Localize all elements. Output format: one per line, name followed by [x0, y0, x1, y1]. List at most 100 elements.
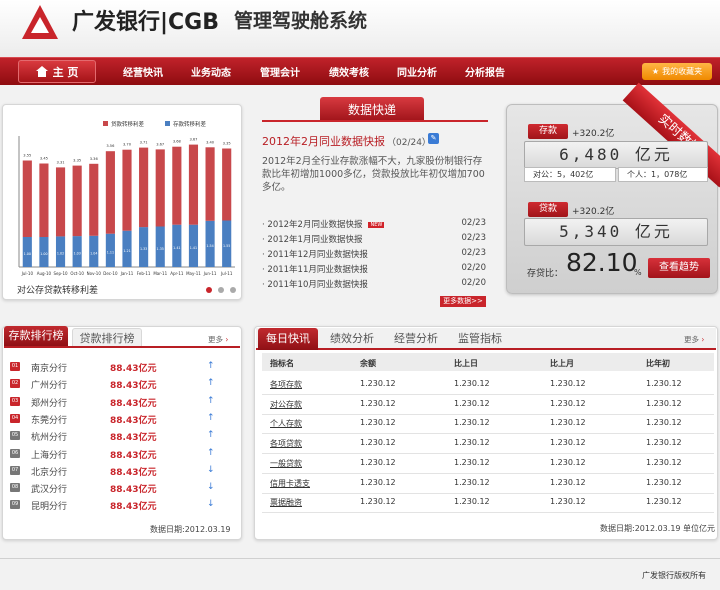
indicator-link[interactable]: 票据融资 [270, 497, 302, 508]
deposit-data-label: 1.55 [223, 244, 230, 248]
total-data-label: 3.31 [57, 160, 65, 164]
news-headline[interactable]: 2012年2月同业数据快报 [262, 133, 385, 149]
daily-more-link[interactable]: 更多 › [684, 334, 704, 345]
ranking-row[interactable]: 03 郑州分行 88.43亿元 ↑ [10, 396, 230, 411]
branch-name: 昆明分行 [31, 502, 68, 513]
row-divider [262, 512, 714, 514]
table-cell: 1.230.12 [646, 497, 682, 507]
x-tick-label: Jan-11 [120, 271, 134, 276]
x-tick-label: Sep-10 [53, 271, 68, 276]
news-item-title: 2011年11月同业数据快报 [267, 265, 368, 275]
x-tick-label: Aug-10 [37, 271, 52, 276]
deposit-data-label: 1.33 [140, 247, 147, 251]
chart-panel: 贷款转移利差 存款转移利差 3.55 1.00 Jul-10 3.45 1.00 Aug-10… [2, 104, 242, 300]
tab-operation-analysis[interactable]: 经营分析 [386, 328, 446, 350]
indicator-link[interactable]: 对公存款 [270, 399, 302, 410]
nav-item-business-news[interactable]: 经营快讯 [123, 64, 163, 79]
loan-bar [122, 149, 132, 231]
loan-deposit-ratio-label: 存贷比： [527, 269, 564, 279]
tab-loan-ranking[interactable]: 贷款排行榜 [72, 328, 142, 348]
ranking-row[interactable]: 07 北京分行 88.43亿元 ↓ [10, 465, 230, 480]
total-data-label: 3.67 [156, 142, 164, 146]
table-cell: 1.230.12 [360, 497, 396, 507]
loan-total: 5,340 亿元 [524, 218, 708, 246]
indicator-link[interactable]: 各项贷款 [270, 438, 302, 449]
document-icon[interactable]: ✎ [428, 133, 439, 144]
indicator-link[interactable]: 各项存款 [270, 379, 302, 390]
rank-badge-icon: 05 [10, 431, 20, 441]
chart-caption: 对公存贷款转移利差 [17, 286, 99, 296]
table-cell: 1.230.12 [454, 398, 490, 408]
table-cell: 1.230.12 [550, 497, 586, 507]
table-cell: 1.230.12 [646, 398, 682, 408]
ranking-row[interactable]: 06 上海分行 88.43亿元 ↑ [10, 448, 230, 463]
loan-delta: +320.2亿 [572, 207, 615, 217]
carousel-dot-3[interactable] [230, 287, 236, 293]
chevron-right-icon: › [225, 335, 229, 344]
ranking-row[interactable]: 08 武汉分行 88.43亿元 ↓ [10, 482, 230, 497]
total-data-label: 3.68 [173, 140, 182, 144]
ranking-row[interactable]: 05 杭州分行 88.43亿元 ↑ [10, 430, 230, 445]
deposit-tag: 存款 [528, 124, 568, 139]
arrow-down-icon: ↓ [207, 499, 215, 510]
table-cell: 1.230.12 [360, 457, 396, 467]
favorites-button[interactable]: ★ 我的收藏夹 [642, 63, 712, 80]
loan-bar [55, 167, 66, 237]
ranking-row[interactable]: 04 东莞分行 88.43亿元 ↑ [10, 413, 230, 428]
nav-item-business-trends[interactable]: 业务动态 [191, 64, 231, 79]
news-list-item[interactable]: · 2012年1月同业数据快报 02/23 [262, 233, 486, 245]
news-item-date: 02/23 [461, 248, 487, 258]
news-list-item[interactable]: · 2011年10月同业数据快报 02/20 [262, 278, 486, 290]
news-tab[interactable]: 数据快递 [320, 97, 424, 121]
column-header: 指标名 [270, 359, 294, 368]
indicator-link[interactable]: 一般贷款 [270, 458, 302, 469]
row-divider [262, 472, 714, 474]
home-button[interactable]: 主 页 [18, 60, 96, 83]
indicator-link[interactable]: 信用卡透支 [270, 478, 310, 489]
indicator-link[interactable]: 个人存款 [270, 418, 302, 429]
branch-value: 88.43亿元 [110, 502, 157, 513]
tab-regulatory-indicators[interactable]: 监管指标 [450, 328, 510, 350]
ranking-row[interactable]: 09 昆明分行 88.43亿元 ↓ [10, 499, 230, 514]
carousel-dot-2[interactable] [218, 287, 224, 293]
ranking-row[interactable]: 02 广州分行 88.43亿元 ↑ [10, 378, 230, 393]
row-divider [262, 453, 714, 455]
loan-bar [22, 160, 32, 237]
nav-item-peer-analysis[interactable]: 同业分析 [397, 64, 437, 79]
rank-badge-icon: 09 [10, 500, 20, 510]
arrow-up-icon: ↑ [207, 430, 215, 441]
tab-daily-news[interactable]: 每日快讯 [258, 328, 318, 350]
view-trend-button[interactable]: 查看趋势 [648, 258, 710, 278]
loan-bar [222, 148, 232, 221]
nav-item-performance[interactable]: 绩效考核 [329, 64, 369, 79]
branch-value: 88.43亿元 [110, 450, 157, 461]
news-list-item[interactable]: · 2011年12月同业数据快报 02/23 [262, 248, 486, 260]
news-divider [262, 120, 488, 122]
carousel-dot-1[interactable] [206, 287, 212, 293]
news-list-item[interactable]: · 2011年11月同业数据快报 02/20 [262, 263, 486, 275]
rank-badge-icon: 01 [10, 362, 20, 371]
table-cell: 1.230.12 [550, 379, 586, 388]
nav-item-analysis-reports[interactable]: 分析报告 [465, 64, 505, 79]
deposit-data-label: 1.21 [123, 249, 130, 253]
tab-performance-analysis[interactable]: 绩效分析 [322, 328, 382, 350]
x-tick-label: Nov-10 [87, 271, 102, 276]
tab-deposit-ranking[interactable]: 存款排行榜 [4, 326, 68, 346]
nav-item-management-accounting[interactable]: 管理会计 [260, 64, 300, 79]
loan-bar [139, 147, 149, 228]
news-list-item[interactable]: · 2012年2月同业数据快报 NEW 02/23 [262, 218, 486, 230]
deposit-data-label: 1.41 [190, 246, 197, 250]
table-cell: 1.230.12 [360, 379, 396, 388]
legend-label: 贷款转移利差 [111, 120, 145, 128]
branch-name: 北京分行 [31, 467, 68, 478]
home-icon [35, 66, 48, 77]
ranking-more-link[interactable]: 更多 › [208, 334, 228, 345]
x-tick-label: Feb-11 [137, 271, 151, 276]
news-item-title: 2012年2月同业数据快报 [267, 220, 363, 230]
ranking-row[interactable]: 01 南京分行 88.43亿元 ↑ [10, 361, 230, 376]
home-label: 主 页 [52, 65, 79, 79]
branch-value: 88.43亿元 [110, 485, 157, 496]
more-data-button[interactable]: 更多数据>> [440, 296, 486, 307]
row-divider [262, 394, 714, 395]
arrow-down-icon: ↓ [207, 482, 215, 493]
